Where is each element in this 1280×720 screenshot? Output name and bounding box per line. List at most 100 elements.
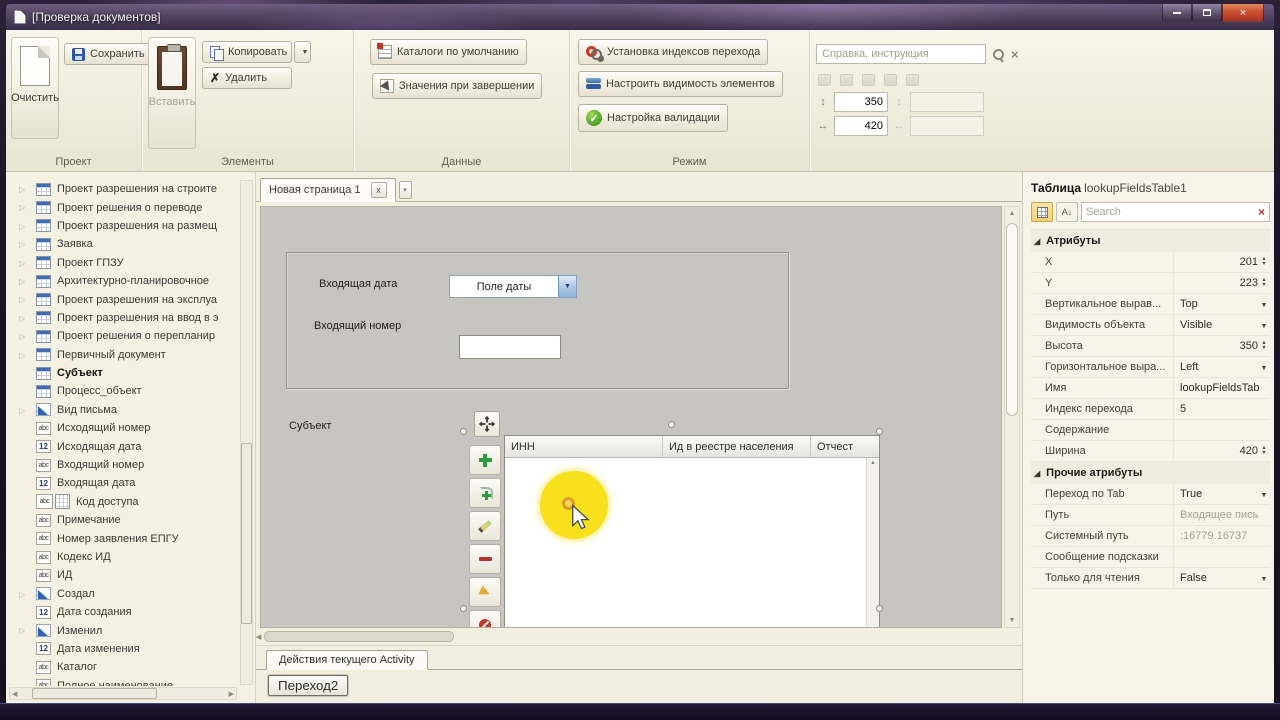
property-row[interactable]: Видимость объекта Visible bbox=[1031, 315, 1270, 336]
help-search-input[interactable] bbox=[816, 44, 986, 64]
tab-close-button[interactable]: x bbox=[370, 182, 387, 198]
property-row[interactable]: Горизонтальное выра... Left bbox=[1031, 357, 1270, 378]
section-attributes[interactable]: ◢ Атрибуты bbox=[1031, 230, 1270, 252]
property-value-cell[interactable] bbox=[1173, 420, 1270, 440]
property-row[interactable]: Сообщение подсказки bbox=[1031, 547, 1270, 568]
add-row-button[interactable] bbox=[469, 445, 501, 475]
spinner-icon[interactable] bbox=[1258, 341, 1270, 351]
property-row[interactable]: Индекс перехода 5 bbox=[1031, 399, 1270, 420]
tree-item[interactable]: Кодекс ИД bbox=[10, 548, 238, 566]
expand-arrow-icon[interactable]: ▷ bbox=[19, 332, 25, 341]
categorized-view-button[interactable] bbox=[1031, 202, 1053, 222]
expand-arrow-icon[interactable]: ▷ bbox=[19, 259, 25, 268]
tree-item[interactable]: ▷ Проект решения о перепланир bbox=[10, 327, 238, 345]
save-button[interactable]: Сохранить bbox=[64, 43, 153, 65]
expand-arrow-icon[interactable]: ▷ bbox=[19, 240, 25, 249]
property-value-cell[interactable]: Входящее пись bbox=[1173, 505, 1270, 525]
tree-item[interactable]: ▷ Вид письма bbox=[10, 401, 238, 419]
magnifier-icon[interactable] bbox=[992, 48, 1005, 61]
property-value-cell[interactable]: Visible bbox=[1173, 315, 1270, 335]
table-column-header[interactable]: Ид в реестре населения bbox=[663, 436, 811, 457]
paste-button[interactable]: Вставить bbox=[148, 37, 196, 149]
property-value-cell[interactable]: 5 bbox=[1173, 399, 1270, 419]
scroll-down-icon[interactable]: ▼ bbox=[1005, 617, 1019, 624]
completion-values-button[interactable]: Значения при завершении bbox=[372, 73, 543, 99]
property-value-cell[interactable]: 223 bbox=[1173, 273, 1270, 293]
scrollbar-thumb[interactable] bbox=[264, 631, 454, 642]
copy-dropdown-button[interactable] bbox=[294, 41, 311, 63]
section-other-attributes[interactable]: ◢ Прочие атрибуты bbox=[1031, 462, 1270, 484]
tree-item[interactable]: ▷ Проект разрешения на эксплуа bbox=[10, 290, 238, 308]
tree-item[interactable]: ▷ Проект решения о переводе bbox=[10, 198, 238, 216]
tree-item[interactable]: ▷ Проект разрешения на ввод в э bbox=[10, 309, 238, 327]
align-tool-icon[interactable] bbox=[840, 74, 853, 86]
validation-settings-button[interactable]: ✓ Настройка валидации bbox=[578, 104, 728, 132]
expand-arrow-icon[interactable]: ▷ bbox=[19, 277, 25, 286]
expand-arrow-icon[interactable]: ▷ bbox=[19, 295, 25, 304]
sort-alphabetical-button[interactable] bbox=[1056, 202, 1078, 222]
select-row-button[interactable] bbox=[469, 577, 501, 607]
selection-handle[interactable] bbox=[460, 428, 467, 435]
expand-arrow-icon[interactable]: ▷ bbox=[19, 406, 25, 415]
property-row[interactable]: Вертикальное вырав... Top bbox=[1031, 294, 1270, 315]
maximize-button[interactable] bbox=[1192, 4, 1222, 22]
dropdown-arrow-icon[interactable] bbox=[1258, 298, 1270, 310]
canvas-horizontal-scrollbar[interactable]: ◀ bbox=[256, 630, 1002, 645]
tab-scroll-button[interactable]: ▾ bbox=[398, 181, 412, 199]
align-tool-icon[interactable] bbox=[906, 74, 919, 86]
align-tool-icon[interactable] bbox=[884, 74, 897, 86]
property-row[interactable]: Содержание bbox=[1031, 420, 1270, 441]
property-row[interactable]: Системный путь :16779.16737 bbox=[1031, 526, 1270, 547]
spinner-icon[interactable] bbox=[1258, 278, 1270, 288]
property-row[interactable]: X 201 bbox=[1031, 252, 1270, 273]
tree-item[interactable]: ▷ Проект ГПЗУ bbox=[10, 254, 238, 272]
close-button[interactable]: × bbox=[1222, 4, 1264, 22]
dropdown-arrow-icon[interactable] bbox=[1258, 319, 1270, 331]
tree-item[interactable]: ▷ Первичный документ bbox=[10, 346, 238, 364]
transition-indexes-button[interactable]: Установка индексов перехода bbox=[578, 39, 769, 65]
date-field-dropdown[interactable]: Поле даты bbox=[449, 275, 577, 298]
delete-button[interactable]: ✗ Удалить bbox=[202, 67, 292, 89]
tree-vertical-scrollbar[interactable] bbox=[240, 180, 253, 685]
tree-item[interactable]: ▷ Архитектурно-планировочное bbox=[10, 272, 238, 290]
table-vertical-scrollbar[interactable] bbox=[866, 458, 879, 627]
clear-search-icon[interactable]: × bbox=[1011, 47, 1019, 62]
scrollbar-thumb[interactable] bbox=[1006, 223, 1018, 417]
property-row[interactable]: Ширина 420 bbox=[1031, 441, 1270, 462]
property-row[interactable]: Только для чтения False bbox=[1031, 568, 1270, 589]
tab-current-activity-actions[interactable]: Действия текущего Activity bbox=[266, 650, 428, 670]
minimize-button[interactable] bbox=[1162, 4, 1192, 22]
scroll-right-icon[interactable]: ▶ bbox=[229, 690, 234, 698]
scroll-left-icon[interactable]: ◀ bbox=[256, 633, 261, 641]
align-tool-icon[interactable] bbox=[818, 74, 831, 86]
dropdown-arrow-icon[interactable] bbox=[1258, 488, 1270, 500]
tree-item[interactable]: Исходящая дата bbox=[10, 437, 238, 455]
canvas-vertical-scrollbar[interactable]: ▲ ▼ bbox=[1004, 206, 1020, 628]
clear-button[interactable]: Очистить bbox=[11, 37, 59, 139]
property-value-cell[interactable]: 420 bbox=[1173, 441, 1270, 461]
property-row[interactable]: Переход по Tab True bbox=[1031, 484, 1270, 505]
tree-item[interactable]: Субъект bbox=[10, 364, 238, 382]
selection-handle[interactable] bbox=[876, 605, 883, 612]
scrollbar-thumb[interactable] bbox=[241, 442, 252, 624]
tree-item[interactable]: ИД bbox=[10, 566, 238, 584]
property-search-input[interactable] bbox=[1086, 206, 1258, 218]
tree-item[interactable]: Входящая дата bbox=[10, 474, 238, 492]
copy-button[interactable]: Копировать bbox=[202, 41, 292, 63]
form-canvas[interactable]: Входящая дата Поле даты Входящий номер С… bbox=[260, 206, 1002, 628]
incoming-number-input[interactable] bbox=[459, 335, 561, 359]
expand-arrow-icon[interactable]: ▷ bbox=[19, 590, 25, 599]
expand-arrow-icon[interactable]: ▷ bbox=[19, 314, 25, 323]
edit-row-button[interactable] bbox=[469, 511, 501, 541]
scroll-up-icon[interactable]: ▲ bbox=[1005, 210, 1019, 217]
property-row[interactable]: Путь Входящее пись bbox=[1031, 505, 1270, 526]
tree-item[interactable]: Номер заявления ЕПГУ bbox=[10, 529, 238, 547]
selection-handle[interactable] bbox=[668, 421, 675, 428]
tree-item[interactable]: ▷ Изменил bbox=[10, 621, 238, 639]
expand-arrow-icon[interactable]: ▷ bbox=[19, 351, 25, 360]
height-input[interactable] bbox=[834, 92, 888, 112]
tree-item[interactable]: ▷ Проект разрешения на размещ bbox=[10, 217, 238, 235]
property-value-cell[interactable] bbox=[1173, 547, 1270, 567]
titlebar[interactable]: [Проверка документов] × bbox=[6, 4, 1274, 30]
tree-item[interactable]: ▷ Заявка bbox=[10, 235, 238, 253]
